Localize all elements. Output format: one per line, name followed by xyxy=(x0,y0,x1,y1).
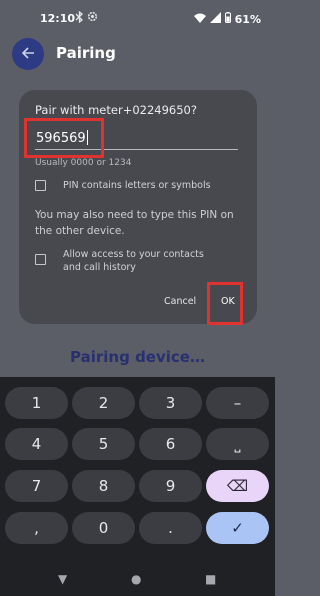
key-1[interactable]: 1 xyxy=(5,387,68,419)
key-comma[interactable]: , xyxy=(5,512,68,544)
pairing-status-text: Pairing device… xyxy=(70,348,205,366)
pin-letters-label: PIN contains letters or symbols xyxy=(63,180,211,191)
bluetooth-icon xyxy=(75,10,84,26)
signal-icon xyxy=(209,12,221,26)
cancel-button[interactable]: Cancel xyxy=(164,296,196,307)
app-bar: Pairing xyxy=(0,36,275,80)
key-2[interactable]: 2 xyxy=(72,387,135,419)
battery-icon xyxy=(224,12,231,26)
page-title: Pairing xyxy=(56,44,116,62)
status-bar: 12:10 61% xyxy=(0,0,275,36)
pin-highlight-box xyxy=(24,118,104,158)
settings-icon xyxy=(87,11,98,25)
contacts-access-label: Allow access to your contacts and call h… xyxy=(63,249,204,273)
wifi-icon xyxy=(193,13,206,26)
key-0[interactable]: 0 xyxy=(72,512,135,544)
ok-highlight-box xyxy=(207,282,243,325)
key-period[interactable]: . xyxy=(139,512,202,544)
battery-percent: 61% xyxy=(234,12,261,26)
pin-letters-checkbox[interactable] xyxy=(35,180,46,191)
nav-recents-button[interactable]: ■ xyxy=(205,572,216,586)
key-backspace[interactable]: ⌫ xyxy=(206,470,269,502)
arrow-left-icon xyxy=(21,45,35,64)
pin-note: You may also need to type this PIN on th… xyxy=(35,209,234,237)
key-space[interactable]: ⎵ xyxy=(206,428,269,460)
key-4[interactable]: 4 xyxy=(5,428,68,460)
pin-hint: Usually 0000 or 1234 xyxy=(35,158,132,168)
key-9[interactable]: 9 xyxy=(139,470,202,502)
key-5[interactable]: 5 xyxy=(72,428,135,460)
key-minus[interactable]: – xyxy=(206,387,269,419)
key-6[interactable]: 6 xyxy=(139,428,202,460)
key-7[interactable]: 7 xyxy=(5,470,68,502)
key-8[interactable]: 8 xyxy=(72,470,135,502)
pin-letters-option[interactable]: PIN contains letters or symbols xyxy=(35,179,223,192)
status-time: 12:10 xyxy=(40,12,76,25)
key-3[interactable]: 3 xyxy=(139,387,202,419)
contacts-access-checkbox[interactable] xyxy=(35,254,46,265)
nav-back-button[interactable]: ▼ xyxy=(58,572,67,586)
key-enter[interactable]: ✓ xyxy=(206,512,269,544)
dialog-title: Pair with meter+02249650? xyxy=(35,103,197,117)
contacts-access-option[interactable]: Allow access to your contacts and call h… xyxy=(35,248,223,274)
nav-home-button[interactable]: ● xyxy=(131,572,141,586)
navigation-bar: ▼ ● ■ xyxy=(0,562,275,596)
back-button[interactable] xyxy=(12,38,44,70)
